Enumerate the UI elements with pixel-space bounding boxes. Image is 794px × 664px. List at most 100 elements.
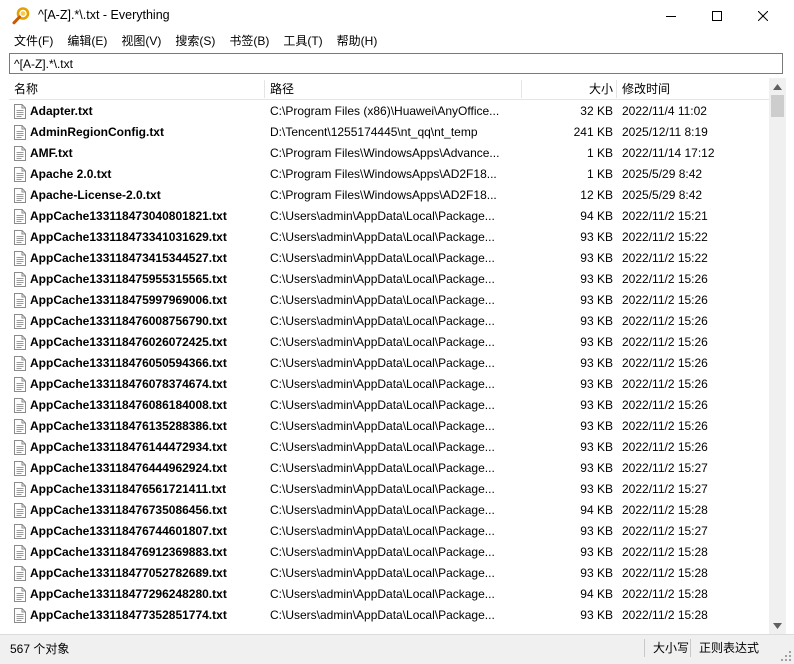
table-row[interactable]: AppCache133118477296248280.txt C:\Users\a… — [9, 584, 769, 605]
file-modified: 2025/5/29 8:42 — [622, 167, 703, 181]
table-row[interactable]: AppCache133118475997969006.txt C:\Users\a… — [9, 290, 769, 311]
file-name: Apache-License-2.0.txt — [30, 188, 161, 202]
file-name: AppCache133118476912369883.txt — [30, 545, 227, 559]
column-header-name[interactable]: 名称 — [14, 78, 38, 100]
file-size: 94 KB — [580, 209, 613, 223]
menu-help[interactable]: 帮助(H) — [330, 31, 385, 52]
table-row[interactable]: AppCache133118476135288386.txt C:\Users\a… — [9, 416, 769, 437]
file-name: AppCache133118476744601807.txt — [30, 524, 227, 538]
table-row[interactable]: AppCache133118473040801821.txt C:\Users\a… — [9, 206, 769, 227]
file-path: C:\Program Files\WindowsApps\Advance... — [270, 146, 500, 160]
file-path: C:\Users\admin\AppData\Local\Package... — [270, 461, 495, 475]
text-file-icon — [14, 608, 26, 623]
close-icon — [758, 10, 768, 21]
text-file-icon — [14, 440, 26, 455]
column-header-path[interactable]: 路径 — [270, 78, 294, 100]
scroll-down-button[interactable] — [769, 617, 786, 634]
file-name: AppCache133118476078374674.txt — [30, 377, 227, 391]
file-size: 93 KB — [580, 272, 613, 286]
regex-indicator[interactable]: 正则表达式 — [690, 639, 767, 657]
file-path: C:\Users\admin\AppData\Local\Package... — [270, 524, 495, 538]
table-row[interactable]: AppCache133118473341031629.txt C:\Users\a… — [9, 227, 769, 248]
text-file-icon — [14, 524, 26, 539]
table-row[interactable]: AppCache133118475955315565.txt C:\Users\a… — [9, 269, 769, 290]
minimize-button[interactable] — [648, 0, 694, 31]
table-row[interactable]: Adapter.txt C:\Program Files (x86)\Huawei… — [9, 101, 769, 122]
table-row[interactable]: AppCache133118476912369883.txt C:\Users\a… — [9, 542, 769, 563]
table-row[interactable]: AppCache133118473415344527.txt C:\Users\a… — [9, 248, 769, 269]
column-divider[interactable] — [616, 80, 617, 98]
text-file-icon — [14, 293, 26, 308]
table-row[interactable]: AppCache133118476144472934.txt C:\Users\a… — [9, 437, 769, 458]
file-modified: 2022/11/2 15:27 — [622, 524, 708, 538]
file-name: AdminRegionConfig.txt — [30, 125, 164, 139]
file-path: C:\Users\admin\AppData\Local\Package... — [270, 545, 495, 559]
file-path: C:\Users\admin\AppData\Local\Package... — [270, 419, 495, 433]
column-divider[interactable] — [264, 80, 265, 98]
file-size: 93 KB — [580, 335, 613, 349]
file-modified: 2022/11/2 15:26 — [622, 356, 708, 370]
menu-view[interactable]: 视图(V) — [114, 31, 168, 52]
table-row[interactable]: AppCache133118477052782689.txt C:\Users\a… — [9, 563, 769, 584]
file-size: 94 KB — [580, 503, 613, 517]
file-modified: 2022/11/2 15:28 — [622, 587, 708, 601]
file-name: AppCache133118477052782689.txt — [30, 566, 227, 580]
file-path: D:\Tencent\1255174445\nt_qq\nt_temp — [270, 125, 478, 139]
table-row[interactable]: AdminRegionConfig.txt D:\Tencent\12551744… — [9, 122, 769, 143]
text-file-icon — [14, 314, 26, 329]
table-row[interactable]: AppCache133118476744601807.txt C:\Users\a… — [9, 521, 769, 542]
file-size: 93 KB — [580, 566, 613, 580]
search-input[interactable] — [9, 53, 783, 74]
file-name: AppCache133118476561721411.txt — [30, 482, 227, 496]
magnifier-icon — [12, 7, 30, 25]
table-row[interactable]: AppCache133118477352851774.txt C:\Users\a… — [9, 605, 769, 626]
column-header-size[interactable]: 大小 — [537, 78, 613, 100]
file-modified: 2022/11/2 15:26 — [622, 398, 708, 412]
menu-tools[interactable]: 工具(T) — [276, 31, 329, 52]
text-file-icon — [14, 545, 26, 560]
menu-file[interactable]: 文件(F) — [0, 31, 60, 52]
table-row[interactable]: AppCache133118476050594366.txt C:\Users\a… — [9, 353, 769, 374]
file-path: C:\Users\admin\AppData\Local\Package... — [270, 482, 495, 496]
table-row[interactable]: AppCache133118476086184008.txt C:\Users\a… — [9, 395, 769, 416]
file-path: C:\Users\admin\AppData\Local\Package... — [270, 230, 495, 244]
file-path: C:\Users\admin\AppData\Local\Package... — [270, 356, 495, 370]
file-name: AppCache133118475997969006.txt — [30, 293, 227, 307]
resize-grip-icon[interactable] — [780, 650, 792, 662]
vertical-scrollbar[interactable] — [769, 78, 786, 634]
column-divider[interactable] — [521, 80, 522, 98]
table-row[interactable]: Apache 2.0.txt C:\Program Files\WindowsAp… — [9, 164, 769, 185]
file-name: AppCache133118473341031629.txt — [30, 230, 227, 244]
file-name: AppCache133118473040801821.txt — [30, 209, 227, 223]
file-path: C:\Program Files\WindowsApps\AD2F18... — [270, 188, 497, 202]
chevron-down-icon — [773, 622, 782, 629]
file-name: AppCache133118476086184008.txt — [30, 398, 227, 412]
file-modified: 2022/11/2 15:21 — [622, 209, 708, 223]
window-title: ^[A-Z].*\.txt - Everything — [38, 8, 170, 22]
file-modified: 2022/11/2 15:26 — [622, 314, 708, 328]
scroll-up-button[interactable] — [769, 78, 786, 95]
table-row[interactable]: AppCache133118476735086456.txt C:\Users\a… — [9, 500, 769, 521]
table-row[interactable]: AppCache133118476026072425.txt C:\Users\a… — [9, 332, 769, 353]
text-file-icon — [14, 356, 26, 371]
file-modified: 2022/11/2 15:28 — [622, 608, 708, 622]
file-path: C:\Users\admin\AppData\Local\Package... — [270, 314, 495, 328]
text-file-icon — [14, 230, 26, 245]
file-size: 93 KB — [580, 377, 613, 391]
maximize-icon — [712, 10, 722, 21]
file-size: 93 KB — [580, 419, 613, 433]
table-row[interactable]: AppCache133118476078374674.txt C:\Users\a… — [9, 374, 769, 395]
table-row[interactable]: AppCache133118476561721411.txt C:\Users\a… — [9, 479, 769, 500]
close-button[interactable] — [740, 0, 786, 31]
file-modified: 2022/11/2 15:22 — [622, 230, 708, 244]
maximize-button[interactable] — [694, 0, 740, 31]
table-row[interactable]: Apache-License-2.0.txt C:\Program Files\W… — [9, 185, 769, 206]
menu-edit[interactable]: 编辑(E) — [60, 31, 114, 52]
scrollbar-thumb[interactable] — [771, 95, 784, 117]
table-row[interactable]: AMF.txt C:\Program Files\WindowsApps\Adva… — [9, 143, 769, 164]
column-header-date[interactable]: 修改时间 — [622, 78, 670, 100]
menu-bookmarks[interactable]: 书签(B) — [222, 31, 276, 52]
table-row[interactable]: AppCache133118476444962924.txt C:\Users\a… — [9, 458, 769, 479]
table-row[interactable]: AppCache133118476008756790.txt C:\Users\a… — [9, 311, 769, 332]
menu-search[interactable]: 搜索(S) — [168, 31, 222, 52]
